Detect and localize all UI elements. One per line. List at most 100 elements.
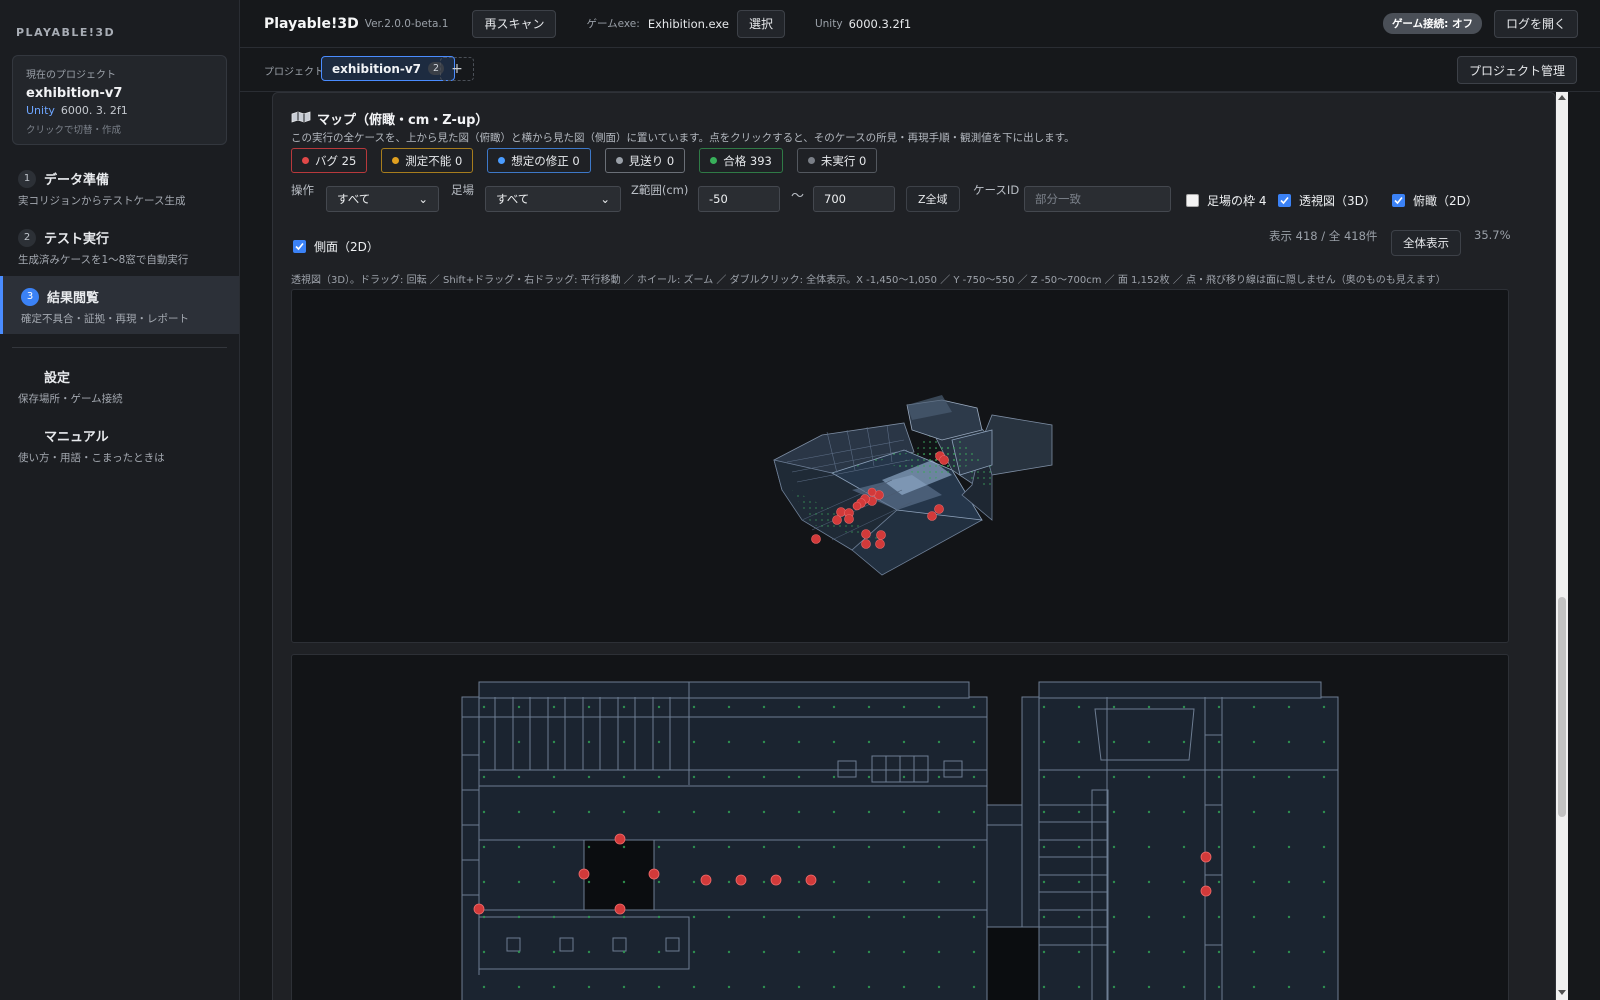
current-project-name: exhibition-v7	[26, 86, 123, 101]
z-range-tilde: 〜	[791, 189, 805, 204]
bug-dot-icon	[302, 157, 309, 164]
map-description: この実行の全ケースを、上から見た図（俯瞰）と横から見た図（側面）に置いています。…	[291, 132, 1075, 144]
project-manage-button[interactable]: プロジェクト管理	[1456, 56, 1577, 84]
sidebar-item-data-prep[interactable]: 1 データ準備 実コリジョンからテストケース生成	[0, 158, 239, 216]
unity-label: Unity	[26, 104, 55, 117]
current-project-card[interactable]: 現在のプロジェクト exhibition-v7 Unity 6000. 3. 2f…	[12, 55, 227, 145]
chip-label: 未実行 0	[820, 153, 867, 168]
skipped-dot-icon	[615, 157, 623, 164]
unity-version: 6000. 3. 2f1	[60, 104, 128, 117]
unmeasurable-dot-icon	[392, 157, 400, 164]
app-title: Playable!3D	[264, 15, 359, 32]
chevron-down-icon: ⌄	[418, 192, 428, 206]
scroll-thumb[interactable]	[1558, 597, 1566, 817]
checkbox-checked-icon	[1392, 194, 1405, 207]
chip-expected-fix[interactable]: 想定の修正 0	[487, 148, 591, 173]
rescan-button[interactable]: 再スキャン	[472, 9, 557, 38]
sidebar-divider	[12, 347, 227, 348]
show-all-button[interactable]: 全体表示	[1391, 230, 1461, 256]
map-icon	[291, 111, 311, 126]
topdown-2d-checkbox[interactable]: 俯瞰（2D）	[1392, 192, 1478, 209]
map-panel: マップ（俯瞰・cm・Z-up） この実行の全ケースを、上から見た図（俯瞰）と横か…	[272, 92, 1556, 1000]
project-tabs-label: プロジェクト	[264, 67, 324, 78]
case-id-label: ケースID	[973, 183, 1020, 197]
chip-bug[interactable]: バグ 25	[291, 148, 368, 173]
game-connection-badge: ゲーム接続: オフ	[1382, 13, 1482, 34]
top-bar: Playable!3D Ver.2.0.0-beta.1 再スキャン ゲームex…	[240, 0, 1600, 48]
sidebar-item-label: データ準備	[44, 173, 110, 188]
op-label: 操作	[291, 183, 314, 197]
scaffold-select[interactable]: すべて ⌄	[485, 186, 621, 212]
perspective-3d-canvas[interactable]	[292, 290, 1509, 643]
sidebar-item-settings[interactable]: 設定 保存場所・ゲーム接続	[0, 356, 239, 414]
perspective-3d-checkbox[interactable]: 透視図（3D）	[1278, 192, 1376, 209]
step-number: 1	[18, 169, 36, 188]
side-2d-checkbox[interactable]: 側面（2D）	[293, 238, 379, 255]
checkbox-unchecked-icon	[1186, 194, 1199, 207]
sidebar-item-sub: 使い方・用語・こまったときは	[18, 452, 165, 464]
checkbox-label: 俯瞰（2D）	[1413, 194, 1478, 208]
step-number: 3	[21, 287, 39, 306]
scaffold-frame-checkbox[interactable]: 足場の枠 4	[1186, 192, 1266, 209]
current-project-label: 現在のプロジェクト	[26, 70, 116, 81]
sidebar-item-sub: 生成済みケースを1〜8窓で自動実行	[18, 254, 189, 266]
chevron-down-icon: ⌄	[600, 192, 610, 206]
chip-label: 見送り 0	[628, 153, 675, 168]
tab-label: exhibition-v7	[332, 61, 422, 76]
chip-unmeasurable[interactable]: 測定不能 0	[381, 148, 474, 173]
expected-fix-dot-icon	[498, 157, 506, 164]
checkbox-label: 透視図（3D）	[1299, 194, 1376, 208]
view-help-text: 透視図（3D）。ドラッグ: 回転 ／ Shift+ドラッグ・右ドラッグ: 平行移…	[291, 275, 1446, 286]
sidebar-item-sub: 確定不具合・証拠・再現・レポート	[21, 313, 189, 325]
pass-dot-icon	[710, 157, 718, 164]
checkbox-checked-icon	[293, 240, 306, 253]
checkbox-label: 足場の枠 4	[1207, 194, 1267, 208]
display-count: 表示 418 / 全 418件	[1269, 229, 1378, 243]
z-max-input[interactable]: 700	[813, 186, 895, 212]
checkbox-checked-icon	[1278, 194, 1291, 207]
sidebar-item-sub: 実コリジョンからテストケース生成	[18, 195, 186, 207]
z-all-button[interactable]: Z全域	[906, 186, 960, 212]
sidebar: PLAYABLE!3D 現在のプロジェクト exhibition-v7 Unit…	[0, 0, 240, 1000]
sidebar-item-sub: 保存場所・ゲーム接続	[18, 393, 123, 405]
not-run-dot-icon	[807, 157, 815, 164]
current-project-unity: Unity 6000. 3. 2f1	[26, 104, 213, 117]
add-project-tab-button[interactable]: +	[440, 57, 474, 81]
main-scrollbar[interactable]	[1556, 92, 1568, 1000]
game-exe-label: ゲームexe:	[586, 18, 640, 30]
project-tab-bar: プロジェクト exhibition-v7 2 + プロジェクト管理	[240, 48, 1600, 92]
view-options-row: 側面（2D） 表示 418 / 全 418件 全体表示 35.7%	[291, 228, 1531, 261]
op-select[interactable]: すべて ⌄	[326, 186, 439, 212]
app-version: Ver.2.0.0-beta.1	[364, 17, 449, 30]
unity-label: Unity	[814, 17, 843, 30]
sidebar-item-test-run[interactable]: 2 テスト実行 生成済みケースを1〜8窓で自動実行	[0, 217, 239, 275]
chip-not-run[interactable]: 未実行 0	[796, 148, 878, 173]
filter-row: 操作 すべて ⌄ 足場 すべて ⌄ Z範囲(cm) -50 〜 700 Z全域 ケー…	[291, 183, 1531, 215]
select-exe-button[interactable]: 選択	[736, 9, 785, 38]
map-title: マップ（俯瞰・cm・Z-up）	[317, 113, 489, 128]
case-id-input[interactable]: 部分一致	[1024, 186, 1171, 212]
chip-label: バグ 25	[315, 153, 357, 168]
current-project-hint: クリックで切替・作成	[26, 125, 122, 136]
chip-pass[interactable]: 合格 393	[699, 148, 783, 173]
topdown-2d-view[interactable]	[291, 654, 1509, 1000]
step-number: 2	[18, 228, 36, 247]
scroll-down-arrow-icon[interactable]	[1558, 990, 1566, 995]
sidebar-item-label: テスト実行	[44, 232, 110, 247]
scaffold-label: 足場	[451, 183, 474, 197]
chip-skipped[interactable]: 見送り 0	[604, 148, 686, 173]
chip-label: 合格 393	[723, 153, 772, 168]
status-chips: バグ 25 測定不能 0 想定の修正 0 見送り 0 合格 393 未実行 0	[291, 148, 878, 173]
sidebar-item-manual[interactable]: マニュアル 使い方・用語・こまったときは	[0, 415, 239, 473]
z-range-label: Z範囲(cm)	[631, 183, 689, 197]
tab-exhibition-v7[interactable]: exhibition-v7 2	[321, 56, 456, 81]
zoom-level: 35.7%	[1474, 228, 1511, 242]
open-log-button[interactable]: ログを開く	[1493, 9, 1578, 38]
topdown-2d-canvas[interactable]	[292, 655, 1509, 1000]
unity-version: 6000.3.2f1	[848, 16, 912, 31]
op-select-value: すべて	[337, 192, 371, 206]
z-min-input[interactable]: -50	[698, 186, 780, 212]
scroll-up-arrow-icon[interactable]	[1558, 95, 1566, 100]
perspective-3d-view[interactable]	[291, 289, 1509, 643]
sidebar-item-results[interactable]: 3 結果閲覧 確定不具合・証拠・再現・レポート	[0, 276, 239, 334]
